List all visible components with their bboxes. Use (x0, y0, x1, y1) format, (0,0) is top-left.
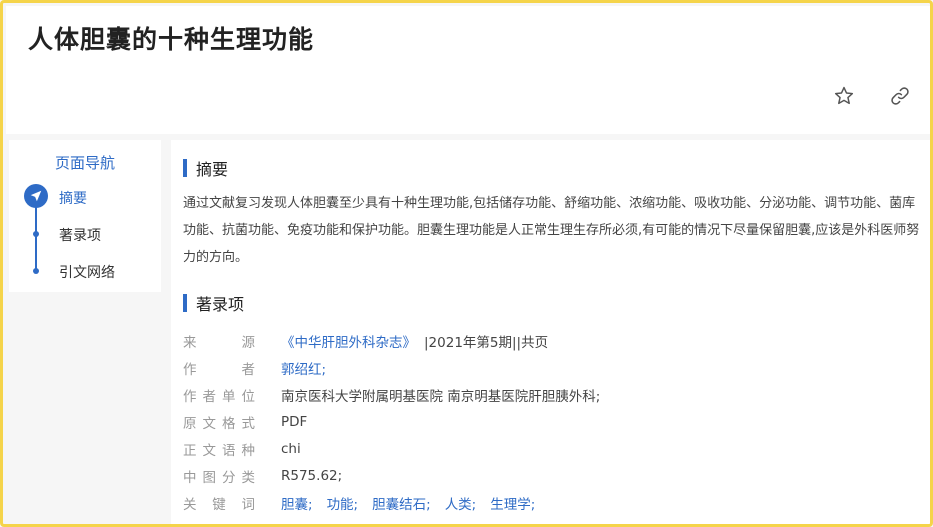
meta-row-author: 作者 郭绍红; (183, 357, 326, 379)
heading-bar (183, 294, 187, 312)
nav-dot (33, 231, 39, 237)
meta-key: 中图分类 (183, 470, 255, 486)
record-heading-text: 著录项 (196, 295, 245, 314)
abstract-text: 通过文献复习发现人体胆囊至少具有十种生理功能,包括储存功能、舒缩功能、浓缩功能、… (183, 196, 920, 265)
nav-item-label: 引文网络 (59, 265, 115, 281)
meta-key: 原文格式 (183, 416, 255, 432)
meta-row-language: 正文语种 chi (183, 438, 301, 460)
nav-title: 页面导航 (54, 154, 115, 172)
keyword-link[interactable]: 功能; (327, 493, 359, 513)
page-navigation: 页面导航 摘要 著录项 引文网络 (9, 140, 161, 292)
journal-link[interactable]: 《中华肝胆外科杂志》 (281, 331, 416, 351)
meta-row-affiliation: 作者单位 南京医科大学附属明基医院 南京明基医院肝胆胰外科; (183, 384, 600, 406)
meta-key: 来源 (183, 335, 255, 351)
format-value: PDF (281, 414, 308, 430)
classification-value: R575.62; (281, 468, 343, 484)
abstract-heading-text: 摘要 (196, 160, 229, 179)
meta-row-keywords: 关键词 胆囊; 功能; 胆囊结石; 人类; 生理学; (183, 492, 549, 514)
meta-row-format: 原文格式 PDF (183, 411, 307, 433)
meta-row-classification: 中图分类 R575.62; (183, 465, 342, 487)
affiliation-value: 南京医科大学附属明基医院 南京明基医院肝胆胰外科; (281, 389, 601, 405)
keyword-link[interactable]: 胆囊结石; (372, 493, 431, 513)
heading-bar (183, 159, 187, 177)
nav-item-label: 摘要 (59, 191, 87, 207)
meta-key: 作者单位 (183, 389, 255, 405)
article-content: 摘要 通过文献复习发现人体胆囊至少具有十种生理功能,包括储存功能、舒缩功能、浓缩… (171, 140, 930, 524)
nav-active-indicator (24, 184, 48, 208)
language-value: chi (281, 441, 301, 457)
page-frame: 人体胆囊的十种生理功能 页面导航 摘要 著录项 引文网络 摘要 通过文献复习发现… (0, 0, 933, 527)
author-link[interactable]: 郭绍红; (281, 358, 326, 378)
navigation-arrow-icon (30, 190, 42, 202)
nav-item-citation-network[interactable]: 引文网络 (9, 258, 161, 286)
abstract-heading: 摘要 (183, 156, 228, 180)
meta-row-source: 来源 《中华肝胆外科杂志》 |2021年第5期||共页 (183, 330, 548, 352)
nav-item-abstract[interactable]: 摘要 (9, 184, 161, 212)
share-link-button[interactable] (886, 82, 914, 110)
nav-dot (33, 268, 39, 274)
meta-key: 正文语种 (183, 443, 255, 459)
keyword-link[interactable]: 人类; (445, 493, 477, 513)
meta-key: 关键词 (183, 497, 255, 513)
article-header: 人体胆囊的十种生理功能 (6, 6, 930, 134)
page-title: 人体胆囊的十种生理功能 (28, 25, 315, 54)
star-icon (834, 86, 854, 105)
keyword-link[interactable]: 生理学; (490, 493, 535, 513)
nav-item-record[interactable]: 著录项 (9, 221, 161, 249)
record-heading: 著录项 (183, 291, 244, 315)
issue-detail: |2021年第5期||共页 (424, 335, 549, 351)
nav-item-label: 著录项 (59, 228, 101, 244)
meta-key: 作者 (183, 362, 255, 378)
link-icon (891, 87, 909, 105)
keyword-link[interactable]: 胆囊; (281, 493, 313, 513)
favorite-button[interactable] (830, 82, 858, 110)
